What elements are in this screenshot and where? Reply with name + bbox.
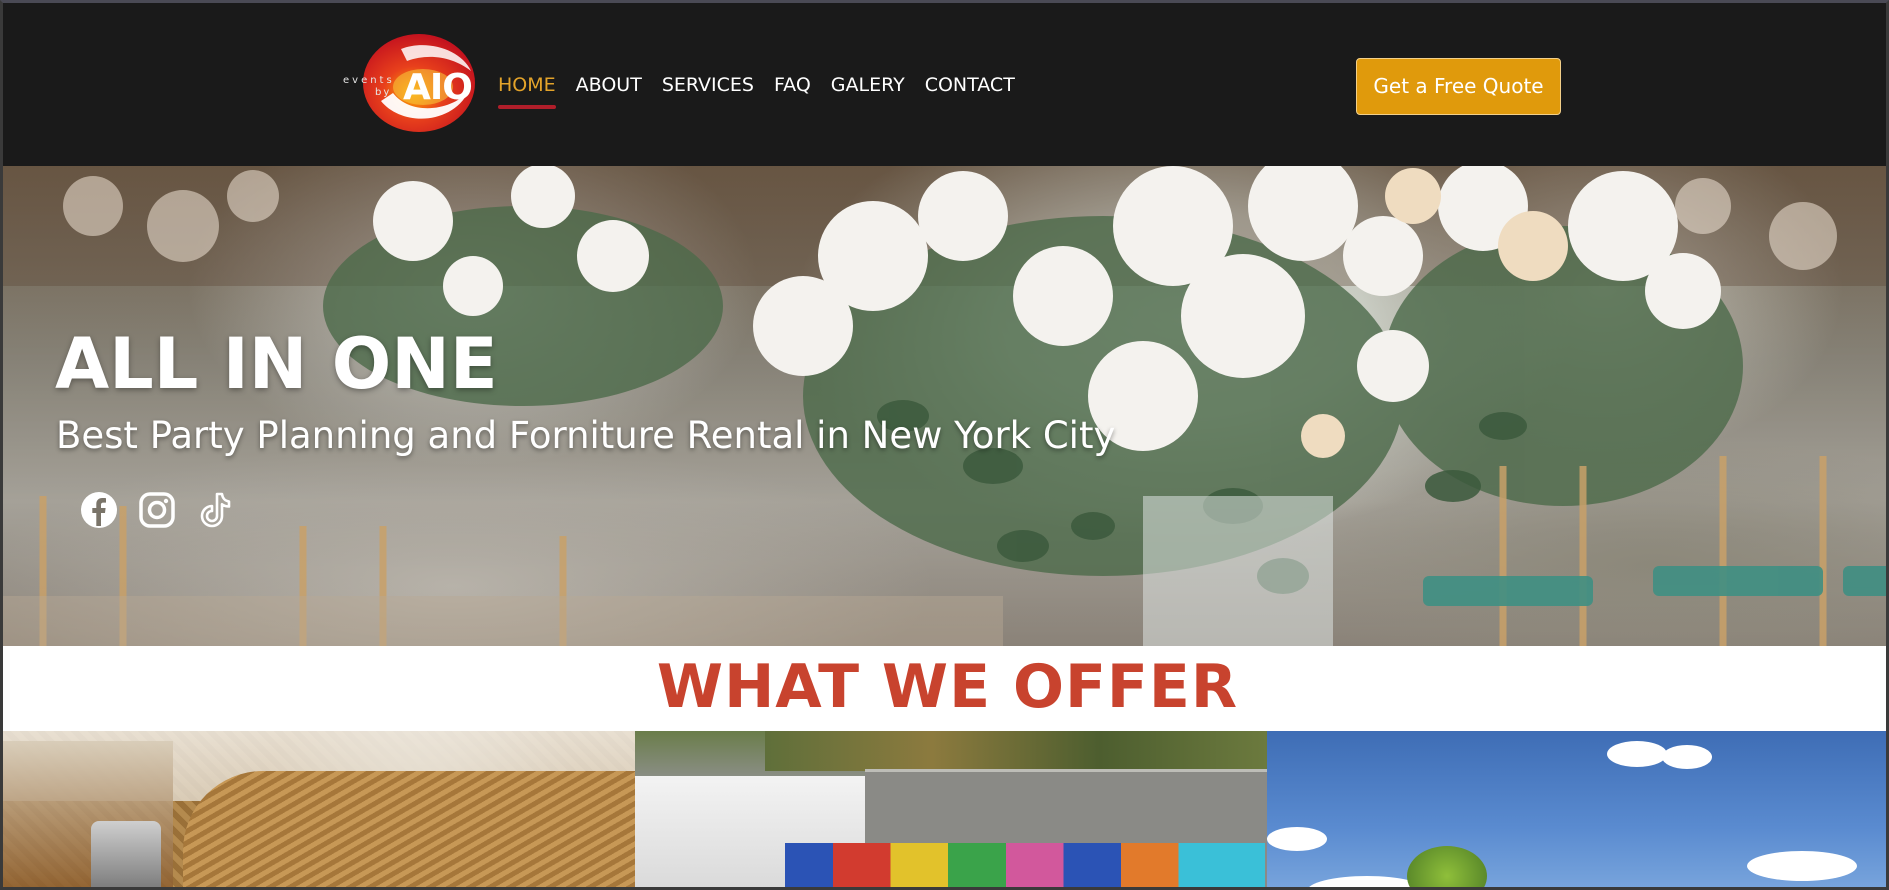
social-links — [80, 491, 234, 529]
logo-text-aio: AIO — [403, 67, 473, 108]
tile-image-wicker-chair — [183, 771, 635, 887]
tile-image-cloud — [1662, 745, 1712, 769]
main-nav: HOME ABOUT SERVICES FAQ GALERY CONTACT — [498, 71, 1035, 111]
tile-image-trees — [765, 731, 1267, 771]
brand-logo[interactable]: events by AIO — [341, 31, 481, 136]
nav-item-about[interactable]: ABOUT — [576, 71, 642, 111]
logo-text-by: by — [375, 87, 392, 98]
logo-text-events: events — [343, 75, 395, 86]
browser-viewport: events by AIO HOME ABOUT SERVICES FAQ GA… — [0, 0, 1889, 890]
nav-item-home[interactable]: HOME — [498, 71, 556, 111]
nav-item-services[interactable]: SERVICES — [662, 71, 754, 111]
nav-item-faq[interactable]: FAQ — [774, 71, 811, 111]
tile-image-cloud — [1607, 741, 1667, 767]
tiktok-icon[interactable] — [196, 491, 234, 529]
offer-heading: WHAT WE OFFER — [656, 652, 1239, 722]
free-quote-button[interactable]: Get a Free Quote — [1356, 58, 1561, 115]
site-header: events by AIO HOME ABOUT SERVICES FAQ GA… — [3, 3, 1886, 166]
facebook-icon[interactable] — [80, 491, 118, 529]
offer-tile-furniture[interactable] — [3, 731, 635, 887]
tile-image-cloud — [1267, 827, 1327, 851]
nav-item-contact[interactable]: CONTACT — [925, 71, 1015, 111]
offer-tile-outdoor[interactable] — [1267, 731, 1886, 887]
hero-title: ALL IN ONE — [55, 323, 498, 405]
hero-banner: ALL IN ONE Best Party Planning and Forni… — [3, 166, 1886, 646]
offer-tiles — [3, 731, 1886, 887]
instagram-icon[interactable] — [138, 491, 176, 529]
hero-background-image — [3, 166, 1886, 646]
nav-item-galery[interactable]: GALERY — [831, 71, 905, 111]
tile-image-cloud — [1747, 851, 1857, 881]
offer-section-header: WHAT WE OFFER — [3, 646, 1886, 731]
tile-image-tree — [1407, 846, 1487, 887]
hero-subtitle: Best Party Planning and Forniture Rental… — [56, 414, 1116, 457]
tile-image-bounce-houses — [785, 843, 1265, 887]
offer-tile-inflatables[interactable] — [635, 731, 1267, 887]
tile-image-ice-bucket — [91, 821, 161, 887]
